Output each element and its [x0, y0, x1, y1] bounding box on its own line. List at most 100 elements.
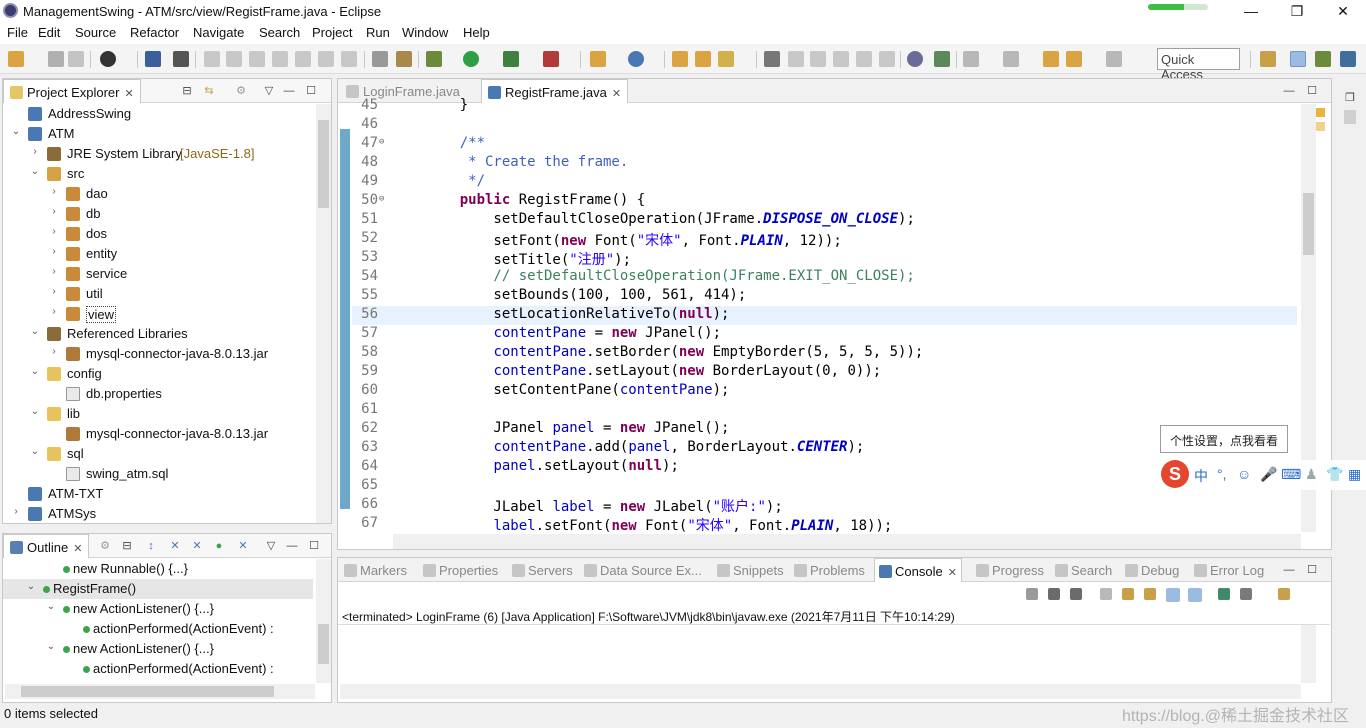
tab-console[interactable]: Console ✕: [874, 558, 962, 582]
web-browser-icon[interactable]: [907, 51, 923, 67]
code-line[interactable]: 63 contentPane.add(panel, BorderLayout.C…: [352, 439, 1297, 458]
tab-data-source-explorer[interactable]: Data Source Ex...: [580, 558, 706, 582]
step-over-icon[interactable]: [318, 51, 334, 67]
tab-servers[interactable]: Servers: [508, 558, 577, 582]
code-line[interactable]: 46: [352, 116, 1297, 135]
menu-source[interactable]: Source: [75, 25, 116, 40]
emoji-icon[interactable]: ☺: [1237, 466, 1251, 482]
code-line[interactable]: 54 // setDefaultCloseOperation(JFrame.EX…: [352, 268, 1297, 287]
task-list-icon[interactable]: [1344, 110, 1356, 124]
maximize-view-icon[interactable]: ☐: [305, 85, 317, 97]
skin-icon[interactable]: 👕: [1326, 466, 1343, 483]
close-icon[interactable]: ✕: [73, 543, 82, 555]
open-perspective-icon[interactable]: [1260, 51, 1276, 67]
code-line[interactable]: 58 contentPane.setBorder(new EmptyBorder…: [352, 344, 1297, 363]
editor-horizontal-scrollbar[interactable]: [393, 534, 1301, 549]
console-horizontal-scrollbar[interactable]: [340, 684, 1301, 699]
tab-problems[interactable]: Problems: [790, 558, 869, 582]
tree-item[interactable]: ⌄ ATM: [3, 124, 313, 144]
menu-window[interactable]: Window: [402, 25, 448, 40]
disconnect-icon[interactable]: [272, 51, 288, 67]
microphone-icon[interactable]: 🎤: [1260, 466, 1277, 483]
tree-item[interactable]: ⌄ src: [3, 164, 313, 184]
external-tools-icon[interactable]: [543, 51, 559, 67]
ime-toolbar[interactable]: S 中 °, ☺ 🎤 ⌨ ♟ 👕 ▦: [1160, 460, 1366, 490]
remove-launch-icon[interactable]: [1048, 588, 1060, 600]
console-vertical-scrollbar[interactable]: [1301, 625, 1316, 683]
tree-item[interactable]: › view: [3, 304, 313, 324]
link-with-editor-icon[interactable]: ⇆: [203, 85, 215, 97]
menu-project[interactable]: Project: [312, 25, 352, 40]
expand-chevron-icon[interactable]: ⌄: [29, 406, 41, 417]
close-button[interactable]: ✕: [1320, 0, 1366, 22]
collapse-chevron-icon[interactable]: ›: [10, 506, 22, 517]
debug-perspective-icon[interactable]: [1315, 51, 1331, 67]
outline-hscroll-thumb[interactable]: [21, 686, 274, 697]
restore-button[interactable]: ❐: [1274, 0, 1320, 22]
block-selection-icon[interactable]: [810, 51, 826, 67]
minimize-view-icon[interactable]: —: [1283, 564, 1295, 576]
tab-search[interactable]: Search: [1051, 558, 1116, 582]
run-icon[interactable]: [463, 51, 479, 67]
minimize-view-icon[interactable]: —: [283, 85, 295, 97]
tree-item[interactable]: AddressSwing: [3, 104, 313, 124]
hide-non-public-icon[interactable]: ●: [213, 540, 225, 552]
collapse-chevron-icon[interactable]: ›: [48, 206, 60, 217]
code-line[interactable]: 56 setLocationRelativeTo(null);: [352, 306, 1297, 325]
code-line[interactable]: 67 label.setFont(new Font("宋体", Font.PLA…: [352, 515, 1297, 534]
user-icon[interactable]: ♟: [1305, 466, 1318, 483]
open-type-icon[interactable]: [672, 51, 688, 67]
outline-scroll-thumb[interactable]: [318, 624, 329, 664]
skip-breakpoints-icon[interactable]: [173, 51, 189, 67]
back-icon[interactable]: [1066, 51, 1082, 67]
code-line[interactable]: 55 setBounds(100, 100, 561, 414);: [352, 287, 1297, 306]
code-line[interactable]: 61: [352, 401, 1297, 420]
previous-annotation-icon[interactable]: [1003, 51, 1019, 67]
outline-item[interactable]: ⌄ new ActionListener() {...}: [3, 599, 313, 619]
task-marker[interactable]: [1316, 122, 1325, 131]
code-line[interactable]: 62 JPanel panel = new JPanel();: [352, 420, 1297, 439]
collapse-chevron-icon[interactable]: ›: [48, 266, 60, 277]
expand-chevron-icon[interactable]: ⌄: [25, 581, 37, 592]
focus-icon[interactable]: ⚙: [99, 540, 111, 552]
code-line[interactable]: 48 * Create the frame.: [352, 154, 1297, 173]
tree-item[interactable]: › ATMSys: [3, 504, 313, 524]
tree-item[interactable]: ⌄ lib: [3, 404, 313, 424]
outline-item[interactable]: new Runnable() {...}: [3, 559, 313, 579]
menu-run[interactable]: Run: [366, 25, 390, 40]
step-into-icon[interactable]: [295, 51, 311, 67]
show-console-on-stderr-icon[interactable]: [1188, 588, 1202, 602]
scroll-lock-icon[interactable]: [1122, 588, 1134, 600]
sogou-logo-icon[interactable]: S: [1161, 460, 1189, 488]
collapse-chevron-icon[interactable]: ›: [48, 286, 60, 297]
outline-item[interactable]: actionPerformed(ActionEvent) :: [3, 619, 313, 639]
view-menu-icon[interactable]: ▽: [263, 85, 275, 97]
save-icon[interactable]: [48, 51, 64, 67]
run-last-tool-icon[interactable]: [934, 51, 950, 67]
minimize-view-icon[interactable]: —: [286, 540, 298, 552]
fold-toggle-icon[interactable]: ⊖: [379, 194, 384, 204]
coverage-icon[interactable]: [503, 51, 519, 67]
new-java-project-icon[interactable]: [590, 51, 606, 67]
hide-static-icon[interactable]: ✕: [191, 540, 203, 552]
collapse-chevron-icon[interactable]: ›: [48, 226, 60, 237]
java-perspective-icon[interactable]: [1290, 51, 1306, 67]
outline-item[interactable]: actionPerformed(ActionEvent) :: [3, 659, 313, 679]
collapse-chevron-icon[interactable]: ›: [48, 346, 60, 357]
outline-horizontal-scrollbar[interactable]: [5, 684, 315, 699]
tree-item[interactable]: swing_atm.sql: [3, 464, 313, 484]
code-line[interactable]: 47 ⊖ /**: [352, 135, 1297, 154]
next-annotation-icon[interactable]: [963, 51, 979, 67]
last-edit-location-icon[interactable]: [1043, 51, 1059, 67]
word-wrap-icon[interactable]: [1144, 588, 1156, 600]
warning-marker[interactable]: [1316, 108, 1325, 117]
open-console-icon[interactable]: [1278, 588, 1290, 600]
filter-icon[interactable]: ⚙: [235, 85, 247, 97]
code-line[interactable]: 66 JLabel label = new JLabel("账户:");: [352, 496, 1297, 515]
tab-project-explorer[interactable]: Project Explorer ✕: [3, 79, 141, 103]
tree-item[interactable]: ⌄ Referenced Libraries: [3, 324, 313, 344]
tab-error-log[interactable]: Error Log: [1190, 558, 1268, 582]
collapse-chevron-icon[interactable]: ›: [48, 186, 60, 197]
view-menu-icon[interactable]: ▽: [265, 540, 277, 552]
search-toolbar-icon[interactable]: [718, 51, 734, 67]
